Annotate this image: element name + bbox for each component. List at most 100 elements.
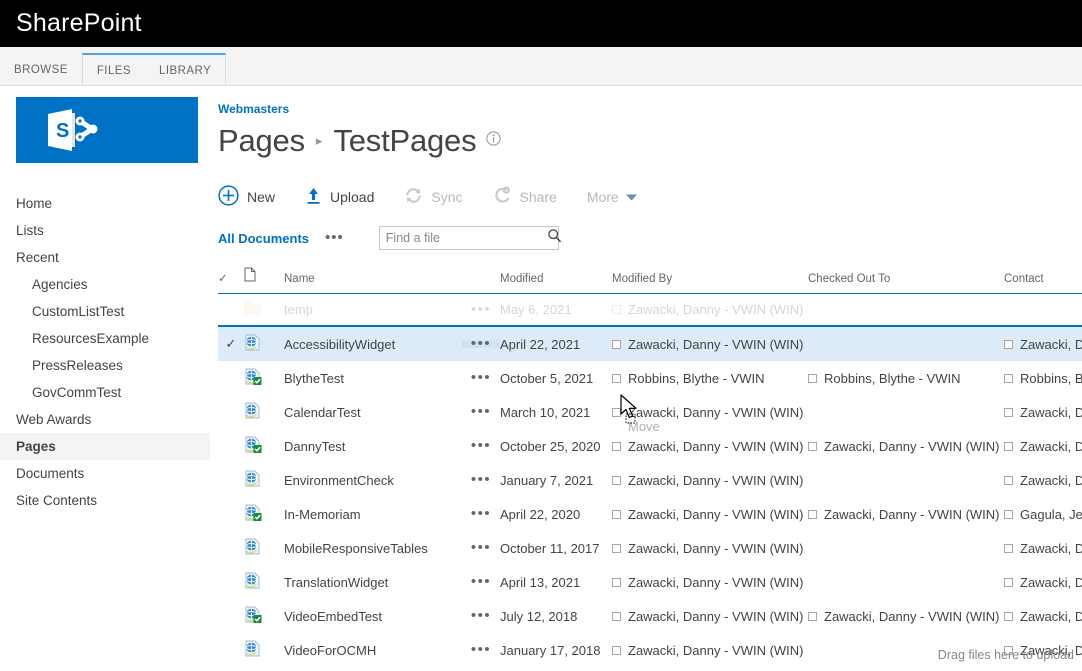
file-name[interactable]: temp: [284, 302, 462, 317]
table-row[interactable]: DannyTest ••• October 25, 2020 Zawacki, …: [218, 429, 1082, 463]
sidebar-item-web-awards[interactable]: Web Awards: [0, 406, 210, 433]
checked-out-to-name[interactable]: Robbins, Blythe - VWIN: [824, 371, 961, 386]
row-select-checkbox[interactable]: [218, 361, 244, 395]
row-actions-ellipsis[interactable]: •••: [462, 642, 500, 657]
modified-by-name[interactable]: Zawacki, Danny - VWIN (WIN): [628, 541, 804, 556]
table-row[interactable]: temp ••• May 6, 2021 Zawacki, Danny - VW…: [218, 294, 1082, 327]
contact-name[interactable]: Zawacki, Da: [1020, 609, 1082, 624]
column-header-select-all[interactable]: ✓: [218, 267, 244, 294]
row-name-cell[interactable]: CalendarTest •••: [284, 395, 500, 429]
upload-button[interactable]: Upload: [305, 186, 374, 209]
modified-by-name[interactable]: Zawacki, Danny - VWIN (WIN): [628, 439, 804, 454]
sharepoint-logo[interactable]: S: [16, 97, 198, 163]
row-select-checkbox[interactable]: [218, 565, 244, 599]
row-actions-ellipsis[interactable]: •••: [462, 336, 500, 351]
share-button[interactable]: Share: [493, 186, 557, 208]
table-row[interactable]: VideoEmbedTest ••• July 12, 2018 Zawacki…: [218, 599, 1082, 633]
modified-by-name[interactable]: Zawacki, Danny - VWIN (WIN): [628, 473, 804, 488]
row-name-cell[interactable]: In-Memoriam •••: [284, 497, 500, 531]
row-actions-ellipsis[interactable]: •••: [462, 302, 500, 317]
contact-name[interactable]: Gagula, Jele: [1020, 507, 1082, 522]
row-select-checkbox[interactable]: [218, 633, 244, 667]
row-name-cell[interactable]: BlytheTest •••: [284, 361, 500, 395]
sidebar-item-documents[interactable]: Documents: [0, 460, 210, 487]
file-name[interactable]: AccessibilityWidget: [284, 337, 462, 352]
file-name[interactable]: CalendarTest: [284, 405, 462, 420]
suite-title[interactable]: SharePoint: [0, 9, 142, 38]
file-name[interactable]: MobileResponsiveTables: [284, 541, 462, 556]
sidebar-item-site-contents[interactable]: Site Contents: [0, 487, 210, 514]
table-row[interactable]: BlytheTest ••• October 5, 2021 Robbins, …: [218, 361, 1082, 395]
row-select-checkbox[interactable]: [218, 599, 244, 633]
modified-by-name[interactable]: Zawacki, Danny - VWIN (WIN): [628, 609, 804, 624]
checked-out-to-name[interactable]: Zawacki, Danny - VWIN (WIN): [824, 439, 1000, 454]
contact-name[interactable]: Zawacki, Da: [1020, 439, 1082, 454]
table-row[interactable]: MobileResponsiveTables ••• October 11, 2…: [218, 531, 1082, 565]
sidebar-item-lists[interactable]: Lists: [0, 217, 210, 244]
row-name-cell[interactable]: MobileResponsiveTables •••: [284, 531, 500, 565]
file-name[interactable]: BlytheTest: [284, 371, 462, 386]
row-select-checkbox[interactable]: [218, 395, 244, 429]
row-select-checkbox[interactable]: [218, 429, 244, 463]
modified-by-name[interactable]: Zawacki, Danny - VWIN (WIN): [628, 302, 804, 317]
row-actions-ellipsis[interactable]: •••: [462, 438, 500, 453]
row-name-cell[interactable]: VideoEmbedTest •••: [284, 599, 500, 633]
column-header-name[interactable]: Name: [284, 267, 500, 294]
row-name-cell[interactable]: EnvironmentCheck •••: [284, 463, 500, 497]
sidebar-item-govcommtest[interactable]: GovCommTest: [0, 379, 210, 406]
row-select-checkbox[interactable]: ✓: [218, 326, 244, 361]
search-box[interactable]: [378, 226, 562, 250]
breadcrumb[interactable]: Webmasters: [218, 86, 1082, 116]
file-name[interactable]: VideoEmbedTest: [284, 609, 462, 624]
table-row[interactable]: TranslationWidget ••• April 13, 2021 Zaw…: [218, 565, 1082, 599]
table-row[interactable]: EnvironmentCheck ••• January 7, 2021 Zaw…: [218, 463, 1082, 497]
column-header-contact[interactable]: Contact: [1004, 267, 1082, 294]
row-select-checkbox[interactable]: [218, 497, 244, 531]
file-name[interactable]: DannyTest: [284, 439, 462, 454]
view-selector-all-documents[interactable]: All Documents: [218, 231, 309, 246]
ribbon-tab-library[interactable]: LIBRARY: [145, 56, 225, 85]
more-button[interactable]: More: [587, 189, 638, 205]
ribbon-tab-files[interactable]: FILES: [83, 56, 145, 85]
column-header-modified-by[interactable]: Modified By: [612, 267, 808, 294]
search-icon[interactable]: [547, 228, 562, 248]
file-name[interactable]: TranslationWidget: [284, 575, 462, 590]
row-name-cell[interactable]: TranslationWidget •••: [284, 565, 500, 599]
sidebar-item-resourcesexample[interactable]: ResourcesExample: [0, 325, 210, 352]
row-actions-ellipsis[interactable]: •••: [462, 506, 500, 521]
sidebar-item-pages[interactable]: Pages: [0, 433, 210, 460]
row-actions-ellipsis[interactable]: •••: [462, 370, 500, 385]
modified-by-name[interactable]: Zawacki, Danny - VWIN (WIN): [628, 507, 804, 522]
page-title-current[interactable]: TestPages: [333, 123, 476, 159]
row-actions-ellipsis[interactable]: •••: [462, 404, 500, 419]
row-actions-ellipsis[interactable]: •••: [462, 574, 500, 589]
row-actions-ellipsis[interactable]: •••: [462, 540, 500, 555]
sync-button[interactable]: Sync: [404, 186, 463, 208]
ribbon-tab-browse[interactable]: BROWSE: [0, 55, 82, 85]
column-header-type[interactable]: [244, 267, 284, 294]
file-name[interactable]: EnvironmentCheck: [284, 473, 462, 488]
modified-by-name[interactable]: Zawacki, Danny - VWIN (WIN): [628, 337, 804, 352]
info-icon[interactable]: [486, 131, 502, 146]
row-name-cell[interactable]: AccessibilityWidget •••: [284, 326, 500, 361]
column-header-checked-out-to[interactable]: Checked Out To: [808, 267, 1004, 294]
row-name-cell[interactable]: temp •••: [284, 294, 500, 327]
row-select-checkbox[interactable]: [218, 463, 244, 497]
row-actions-ellipsis[interactable]: •••: [462, 608, 500, 623]
new-button[interactable]: New: [218, 185, 275, 209]
contact-name[interactable]: Zawacki, Da: [1020, 405, 1082, 420]
sidebar-item-recent[interactable]: Recent: [0, 244, 210, 271]
modified-by-name[interactable]: Zawacki, Danny - VWIN (WIN): [628, 643, 804, 658]
table-row[interactable]: ✓ AccessibilityWidget ••• April 22, 2021…: [218, 326, 1082, 361]
row-select-checkbox[interactable]: [218, 531, 244, 565]
contact-name[interactable]: Robbins, Bly: [1020, 371, 1082, 386]
table-row[interactable]: CalendarTest ••• March 10, 2021 Zawacki,…: [218, 395, 1082, 429]
checked-out-to-name[interactable]: Zawacki, Danny - VWIN (WIN): [824, 507, 1000, 522]
file-name[interactable]: In-Memoriam: [284, 507, 462, 522]
contact-name[interactable]: Zawacki, Da: [1020, 337, 1082, 352]
row-name-cell[interactable]: DannyTest •••: [284, 429, 500, 463]
view-more-icon[interactable]: •••: [325, 230, 344, 245]
contact-name[interactable]: Zawacki, Da: [1020, 541, 1082, 556]
sidebar-item-agencies[interactable]: Agencies: [0, 271, 210, 298]
row-actions-ellipsis[interactable]: •••: [462, 472, 500, 487]
